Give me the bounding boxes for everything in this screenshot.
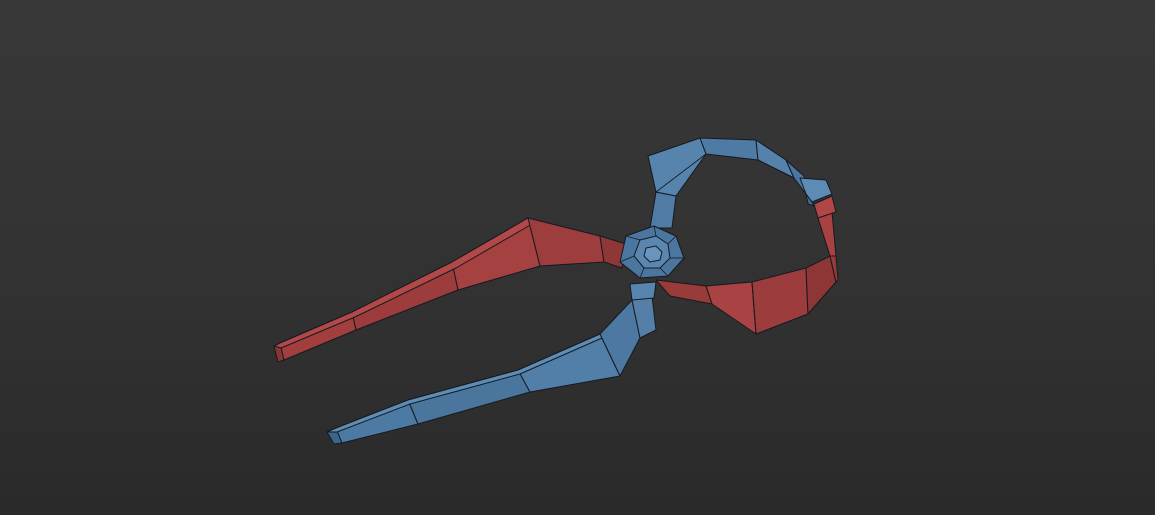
viewport-scene[interactable] xyxy=(0,0,1155,515)
pivot-joint-mesh[interactable] xyxy=(619,225,685,279)
red-jaw-mesh[interactable] xyxy=(655,195,839,335)
3d-viewport[interactable] xyxy=(0,0,1155,515)
blue-jaw-mesh[interactable] xyxy=(647,137,833,229)
red-handle-mesh[interactable] xyxy=(273,217,627,363)
